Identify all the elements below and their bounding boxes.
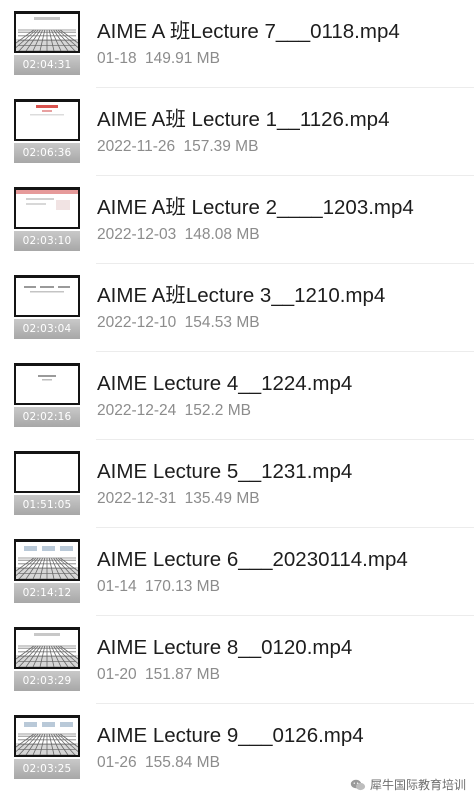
file-meta: 01-26 155.84 MB xyxy=(97,753,220,773)
duration-label: 02:03:04 xyxy=(14,319,80,339)
video-list-item[interactable]: 02:03:29 AIME Lecture 8__0120.mp4 01-20 … xyxy=(0,616,474,704)
video-thumbnail: 02:02:16 xyxy=(14,363,80,427)
thumbnail-preview xyxy=(14,539,80,581)
file-meta: 2022-12-03 148.08 MB xyxy=(97,225,260,245)
file-name: AIME Lecture 4__1224.mp4 xyxy=(97,372,353,395)
file-meta: 01-20 151.87 MB xyxy=(97,665,220,685)
file-date: 2022-12-10 xyxy=(97,314,177,331)
file-meta: 2022-11-26 157.39 MB xyxy=(97,137,258,157)
file-name: AIME A班 Lecture 1__1126.mp4 xyxy=(97,108,390,131)
file-size: 154.53 MB xyxy=(184,314,260,331)
file-size: 135.49 MB xyxy=(184,490,260,507)
thumbnail-preview xyxy=(14,715,80,757)
file-name: AIME A 班Lecture 7___0118.mp4 xyxy=(97,20,400,43)
video-list-item[interactable]: 01:51:05 AIME Lecture 5__1231.mp4 2022-1… xyxy=(0,440,474,528)
file-name: AIME Lecture 8__0120.mp4 xyxy=(97,636,353,659)
duration-label: 02:14:12 xyxy=(14,583,80,603)
thumbnail-preview xyxy=(14,187,80,229)
file-size: 157.39 MB xyxy=(183,138,259,155)
file-date: 2022-12-03 xyxy=(97,226,177,243)
thumbnail-preview xyxy=(14,363,80,405)
file-meta: 2022-12-31 135.49 MB xyxy=(97,489,260,509)
file-size: 152.2 MB xyxy=(184,402,251,419)
thumbnail-preview xyxy=(14,275,80,317)
file-meta: 2022-12-10 154.53 MB xyxy=(97,313,260,333)
file-size: 148.08 MB xyxy=(184,226,260,243)
duration-label: 02:03:10 xyxy=(14,231,80,251)
video-thumbnail: 01:51:05 xyxy=(14,451,80,515)
video-thumbnail: 02:03:25 xyxy=(14,715,80,779)
file-name: AIME A班 Lecture 2____1203.mp4 xyxy=(97,196,414,219)
video-thumbnail: 02:06:36 xyxy=(14,99,80,163)
thumbnail-preview xyxy=(14,451,80,493)
video-list-item[interactable]: 02:03:04 AIME A班Lecture 3__1210.mp4 2022… xyxy=(0,264,474,352)
file-date: 01-26 xyxy=(97,754,137,771)
file-size: 155.84 MB xyxy=(144,754,220,771)
file-date: 2022-12-24 xyxy=(97,402,177,419)
file-date: 2022-11-26 xyxy=(97,138,176,155)
duration-label: 01:51:05 xyxy=(14,495,80,515)
video-list-item[interactable]: 02:04:31 AIME A 班Lecture 7___0118.mp4 01… xyxy=(0,0,474,88)
video-file-list: 02:04:31 AIME A 班Lecture 7___0118.mp4 01… xyxy=(0,0,474,800)
duration-label: 02:06:36 xyxy=(14,143,80,163)
video-thumbnail: 02:03:04 xyxy=(14,275,80,339)
file-name: AIME Lecture 6___20230114.mp4 xyxy=(97,548,408,571)
file-name: AIME Lecture 5__1231.mp4 xyxy=(97,460,353,483)
duration-label: 02:03:29 xyxy=(14,671,80,691)
file-date: 01-14 xyxy=(97,578,137,595)
video-list-item[interactable]: 02:02:16 AIME Lecture 4__1224.mp4 2022-1… xyxy=(0,352,474,440)
file-meta: 2022-12-24 152.2 MB xyxy=(97,401,251,421)
video-thumbnail: 02:03:10 xyxy=(14,187,80,251)
duration-label: 02:04:31 xyxy=(14,55,80,75)
watermark: 犀牛国际教育培训 xyxy=(350,776,466,793)
video-thumbnail: 02:14:12 xyxy=(14,539,80,603)
wechat-icon xyxy=(350,779,366,791)
file-date: 01-20 xyxy=(97,666,137,683)
duration-label: 02:02:16 xyxy=(14,407,80,427)
file-date: 01-18 xyxy=(97,50,137,67)
video-list-item[interactable]: 02:03:10 AIME A班 Lecture 2____1203.mp4 2… xyxy=(0,176,474,264)
video-thumbnail: 02:03:29 xyxy=(14,627,80,691)
file-meta: 01-18 149.91 MB xyxy=(97,49,220,69)
video-list-item[interactable]: 02:06:36 AIME A班 Lecture 1__1126.mp4 202… xyxy=(0,88,474,176)
video-list-item[interactable]: 02:14:12 AIME Lecture 6___20230114.mp4 0… xyxy=(0,528,474,616)
video-thumbnail: 02:04:31 xyxy=(14,11,80,75)
file-size: 151.87 MB xyxy=(144,666,220,683)
thumbnail-preview xyxy=(14,11,80,53)
file-meta: 01-14 170.13 MB xyxy=(97,577,220,597)
duration-label: 02:03:25 xyxy=(14,759,80,779)
thumbnail-preview xyxy=(14,99,80,141)
file-name: AIME A班Lecture 3__1210.mp4 xyxy=(97,284,386,307)
file-size: 170.13 MB xyxy=(144,578,220,595)
watermark-text: 犀牛国际教育培训 xyxy=(369,778,466,792)
file-name: AIME Lecture 9___0126.mp4 xyxy=(97,724,364,747)
file-size: 149.91 MB xyxy=(144,50,220,67)
thumbnail-preview xyxy=(14,627,80,669)
file-date: 2022-12-31 xyxy=(97,490,177,507)
